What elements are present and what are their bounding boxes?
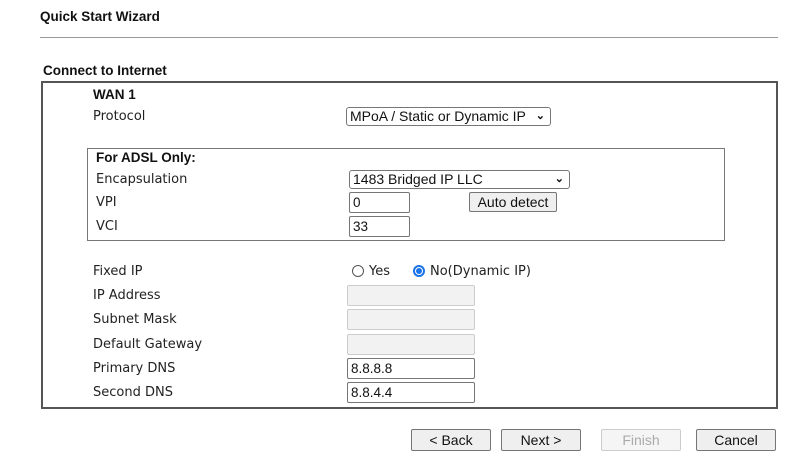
protocol-value: MPoA / Static or Dynamic IP: [350, 108, 526, 124]
gateway-label: Default Gateway: [93, 337, 203, 352]
divider: [40, 37, 778, 38]
ip-address-label: IP Address: [93, 288, 161, 303]
protocol-select[interactable]: MPoA / Static or Dynamic IP ⌄: [346, 107, 551, 126]
protocol-label: Protocol: [93, 109, 146, 124]
next-button[interactable]: Next >: [501, 429, 581, 451]
no-label: No(Dynamic IP): [430, 264, 531, 279]
second-dns-label: Second DNS: [93, 385, 173, 400]
cancel-button[interactable]: Cancel: [696, 429, 776, 451]
back-button[interactable]: < Back: [411, 429, 491, 451]
gateway-input[interactable]: [347, 334, 475, 355]
page-title: Quick Start Wizard: [40, 9, 160, 24]
ip-address-input[interactable]: [347, 285, 475, 306]
subnet-mask-label: Subnet Mask: [93, 312, 177, 327]
auto-detect-button[interactable]: Auto detect: [469, 192, 557, 212]
second-dns-input[interactable]: 8.8.4.4: [347, 382, 475, 403]
wan-title: WAN 1: [93, 87, 136, 102]
primary-dns-input[interactable]: 8.8.8.8: [347, 358, 475, 379]
fixed-ip-yes-radio[interactable]: [352, 265, 364, 277]
fixed-ip-no-radio[interactable]: [413, 265, 425, 277]
encapsulation-select[interactable]: 1483 Bridged IP LLC ⌄: [349, 170, 570, 189]
vpi-label: VPI: [96, 195, 117, 210]
primary-dns-label: Primary DNS: [93, 361, 176, 376]
chevron-down-icon: ⌄: [554, 173, 564, 185]
encapsulation-value: 1483 Bridged IP LLC: [353, 171, 483, 187]
vpi-input[interactable]: 0: [349, 192, 410, 213]
subnet-mask-input[interactable]: [347, 309, 475, 330]
chevron-down-icon: ⌄: [535, 110, 545, 122]
encapsulation-label: Encapsulation: [96, 172, 188, 187]
vci-label: VCI: [96, 219, 118, 234]
fixed-ip-label: Fixed IP: [93, 264, 143, 279]
finish-button[interactable]: Finish: [601, 429, 681, 451]
section-title: Connect to Internet: [43, 63, 167, 78]
yes-label: Yes: [369, 264, 390, 279]
adsl-title: For ADSL Only:: [96, 150, 196, 165]
vci-input[interactable]: 33: [349, 216, 410, 237]
